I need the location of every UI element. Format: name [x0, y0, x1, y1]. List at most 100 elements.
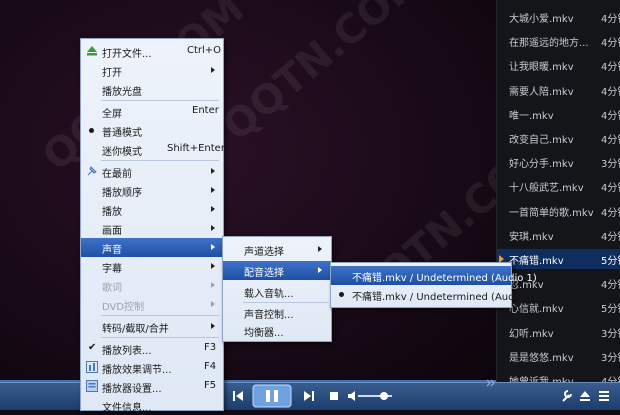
- tools-icon[interactable]: [560, 387, 574, 405]
- pause-icon[interactable]: [252, 384, 292, 408]
- playlist-item-name: 幻听.mkv: [509, 328, 554, 340]
- menu-item-open[interactable]: 打开: [81, 61, 223, 80]
- menu-item-audio-track-1[interactable]: 不痛错.mkv / Undetermined (Audio 1): [331, 266, 537, 285]
- menu-item-audio-control[interactable]: 声音控制...: [223, 303, 331, 322]
- menu-item-label: 播放效果调节...: [102, 365, 172, 376]
- menu-item-label: 配音选择: [244, 268, 284, 279]
- menu-item-label: 播放器设置...: [102, 384, 162, 395]
- playlist-item-name: 让我眼暖.mkv: [509, 62, 574, 74]
- menu-item-label: 播放列表...: [102, 346, 152, 357]
- menu-item-open-file[interactable]: 打开文件... Ctrl+O: [81, 42, 223, 61]
- menu-item-settings[interactable]: 播放器设置... F5: [81, 377, 223, 396]
- playlist-item[interactable]: 不痛错.mkv 5分钟: [497, 249, 620, 269]
- menu-item-label: 声音: [102, 245, 122, 256]
- volume-slider[interactable]: [346, 387, 396, 405]
- equalizer-icon: [86, 361, 98, 373]
- previous-icon[interactable]: [229, 387, 247, 405]
- playlist-item-name: 改变自己.mkv: [509, 135, 574, 146]
- playlist-item[interactable]: 好心分手.mkv 3分钟: [497, 152, 620, 172]
- menu-item-equalizer[interactable]: 均衡器...: [223, 321, 331, 340]
- playlist-item-duration: 4分钟: [601, 280, 620, 292]
- menu-item-label: 声音控制...: [244, 310, 294, 321]
- playlist-item-duration: 4分钟: [601, 86, 620, 98]
- menu-item-playlist[interactable]: ✔ 播放列表... F3: [81, 339, 223, 358]
- playlist-item[interactable]: 改变自己.mkv 4分钟: [497, 128, 620, 148]
- menu-item-dub-select[interactable]: 配音选择: [223, 261, 331, 280]
- menu-separator: [101, 160, 219, 161]
- menu-item-label: 字幕: [102, 264, 122, 275]
- menu-item-play-disc[interactable]: 播放光盘: [81, 80, 223, 99]
- playlist-item-duration: 4分钟: [601, 183, 620, 195]
- playlist-item-name: 一首简单的歌.mkv: [509, 207, 594, 219]
- playlist-item[interactable]: 幻听.mkv 3分钟: [497, 322, 620, 342]
- playlist-item-duration: 4分钟: [601, 231, 620, 243]
- submenu-arrow-icon: [211, 187, 215, 193]
- menu-item-channel-select[interactable]: 声道选择: [223, 240, 331, 259]
- menu-shortcut: F3: [204, 342, 217, 353]
- menu-item-audio[interactable]: 声音: [81, 238, 223, 257]
- menu-item-audio-track-2[interactable]: 不痛错.mkv / Undetermined (Audio 2): [331, 285, 537, 304]
- playlist-item-duration: 5分钟: [601, 304, 620, 316]
- menu-item-convert[interactable]: 转码/截取/合并: [81, 317, 223, 336]
- playlist-item-name: 十八般武艺.mkv: [509, 183, 584, 195]
- eject-icon[interactable]: [578, 387, 592, 405]
- menu-item-normal-mode[interactable]: 普通模式: [81, 121, 223, 140]
- menu-shortcut: F5: [204, 380, 217, 391]
- playlist-item-name: 大城小爱.mkv: [509, 14, 574, 25]
- playlist-item[interactable]: 安琪.mkv 4分钟: [497, 225, 620, 245]
- expand-arrows-icon[interactable]: [486, 379, 496, 387]
- playlist-toggle-icon[interactable]: [597, 387, 611, 405]
- menu-item-effects[interactable]: 播放效果调节... F4: [81, 358, 223, 377]
- playlist-item-name: 好心分手.mkv: [509, 159, 574, 171]
- playlist-item-name: 唯一.mkv: [509, 110, 554, 122]
- menu-item-label: 转码/截取/合并: [102, 324, 169, 335]
- playlist-item[interactable]: 十八般武艺.mkv 4分钟: [497, 176, 620, 196]
- playlist-item[interactable]: 需要人陪.mkv 4分钟: [497, 80, 620, 100]
- context-menu: 打开文件... Ctrl+O 打开 播放光盘 全屏 Enter 普通模式 迷你模…: [80, 38, 225, 414]
- playlist-item-duration: 4分钟: [601, 135, 620, 146]
- eject-icon: [87, 46, 97, 56]
- menu-item-lyrics: 歌词: [81, 276, 223, 295]
- menu-shortcut: Shift+Enter: [167, 143, 225, 154]
- menu-item-on-top[interactable]: 在最前: [81, 162, 223, 181]
- menu-separator: [101, 337, 219, 338]
- submenu-arrow-icon: [211, 323, 215, 329]
- menu-item-file-info[interactable]: 文件信息...: [81, 396, 223, 415]
- menu-item-label: 全屏: [102, 109, 122, 120]
- settings-icon: [86, 380, 98, 392]
- playlist-item[interactable]: 是是悠悠.mkv 3分钟: [497, 346, 620, 366]
- playlist-item[interactable]: 唯一.mkv 4分钟: [497, 104, 620, 124]
- submenu-arrow-icon: [211, 244, 215, 250]
- submenu-arrow-icon: [211, 225, 215, 231]
- pin-icon: [87, 166, 97, 176]
- submenu-arrow-icon: [211, 206, 215, 212]
- menu-shortcut: Ctrl+O: [187, 45, 222, 56]
- menu-item-label: 普通模式: [102, 128, 142, 139]
- selected-bullet-icon: [339, 292, 344, 297]
- menu-item-subtitle[interactable]: 字幕: [81, 257, 223, 276]
- menu-item-fullscreen[interactable]: 全屏 Enter: [81, 102, 223, 121]
- playlist-item[interactable]: 让我眼暖.mkv 4分钟: [497, 55, 620, 75]
- playlist-item-duration: 4分钟: [601, 38, 620, 50]
- stop-icon[interactable]: [325, 387, 343, 405]
- playlist-item-name: 是是悠悠.mkv: [509, 352, 574, 364]
- submenu-arrow-icon: [318, 246, 322, 252]
- menu-separator: [101, 100, 219, 101]
- menu-item-play[interactable]: 播放: [81, 200, 223, 219]
- next-icon[interactable]: [300, 387, 318, 405]
- menu-item-play-order[interactable]: 播放顺序: [81, 181, 223, 200]
- menu-shortcut: F4: [204, 361, 217, 372]
- menu-item-label: 迷你模式: [102, 147, 142, 158]
- menu-item-label: 播放: [102, 207, 122, 218]
- playlist-item[interactable]: 一首简单的歌.mkv 4分钟: [497, 201, 620, 221]
- playlist-item-duration: 3分钟: [601, 159, 620, 171]
- playlist-item[interactable]: 大城小爱.mkv 4分钟: [497, 7, 620, 27]
- menu-item-load-audio[interactable]: 载入音轨...: [223, 282, 331, 301]
- playlist-item-duration: 4分钟: [601, 62, 620, 74]
- playlist-item-duration: 5分钟: [601, 256, 620, 267]
- menu-item-dvd-control: DVD控制: [81, 295, 223, 314]
- playlist-item[interactable]: 在那遥远的地方... 4分钟: [497, 31, 620, 51]
- menu-item-picture[interactable]: 画面: [81, 219, 223, 238]
- menu-item-mini-mode[interactable]: 迷你模式 Shift+Enter: [81, 140, 225, 159]
- menu-separator: [101, 315, 219, 316]
